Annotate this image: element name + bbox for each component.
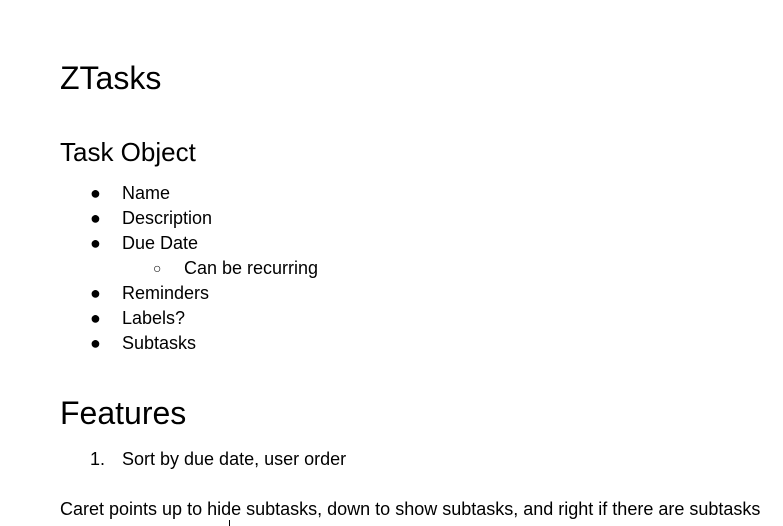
list-item-recurring: ○ Can be recurring [0, 256, 783, 281]
bullet-icon: ● [90, 183, 101, 203]
list-item-labels: ● Labels? [0, 306, 783, 331]
list-item-reminders: ● Reminders [0, 281, 783, 306]
bullet-icon: ● [90, 308, 101, 328]
list-item-label: Name [122, 183, 171, 203]
bullet-icon: ● [90, 233, 101, 253]
list-item-subtasks: ● Subtasks [0, 331, 783, 356]
list-item-label: Labels? [122, 308, 186, 328]
bullet-icon: ● [90, 333, 101, 353]
bullet-icon: ● [90, 283, 101, 303]
list-item-label: Can be recurring [184, 258, 319, 278]
document-page: ZTasks Task Object ● Name ● Description … [0, 0, 783, 526]
text-cursor [229, 520, 230, 526]
list-item-label: Description [122, 208, 213, 228]
features-heading: Features [60, 395, 187, 431]
bullet-icon: ● [90, 208, 101, 228]
list-item-sort: 1. Sort by due date, user order [0, 447, 783, 472]
body-paragraph[interactable]: Caret points up to hide subtasks, down t… [60, 497, 760, 522]
list-item-due-date: ● Due Date [0, 231, 783, 256]
list-number: 1. [90, 449, 106, 469]
list-item-label: Sort by due date, user order [122, 449, 347, 469]
list-item-label: Reminders [122, 283, 210, 303]
list-item-label: Due Date [122, 233, 199, 253]
task-object-heading: Task Object [60, 137, 196, 167]
task-object-list: ● Name ● Description ● Due Date ○ Can be… [0, 181, 783, 356]
hollow-bullet-icon: ○ [153, 260, 162, 276]
document-title: ZTasks [60, 60, 162, 96]
list-item-label: Subtasks [122, 333, 197, 353]
features-list: 1. Sort by due date, user order [0, 447, 783, 472]
list-item-name: ● Name [0, 181, 783, 206]
list-item-description: ● Description [0, 206, 783, 231]
